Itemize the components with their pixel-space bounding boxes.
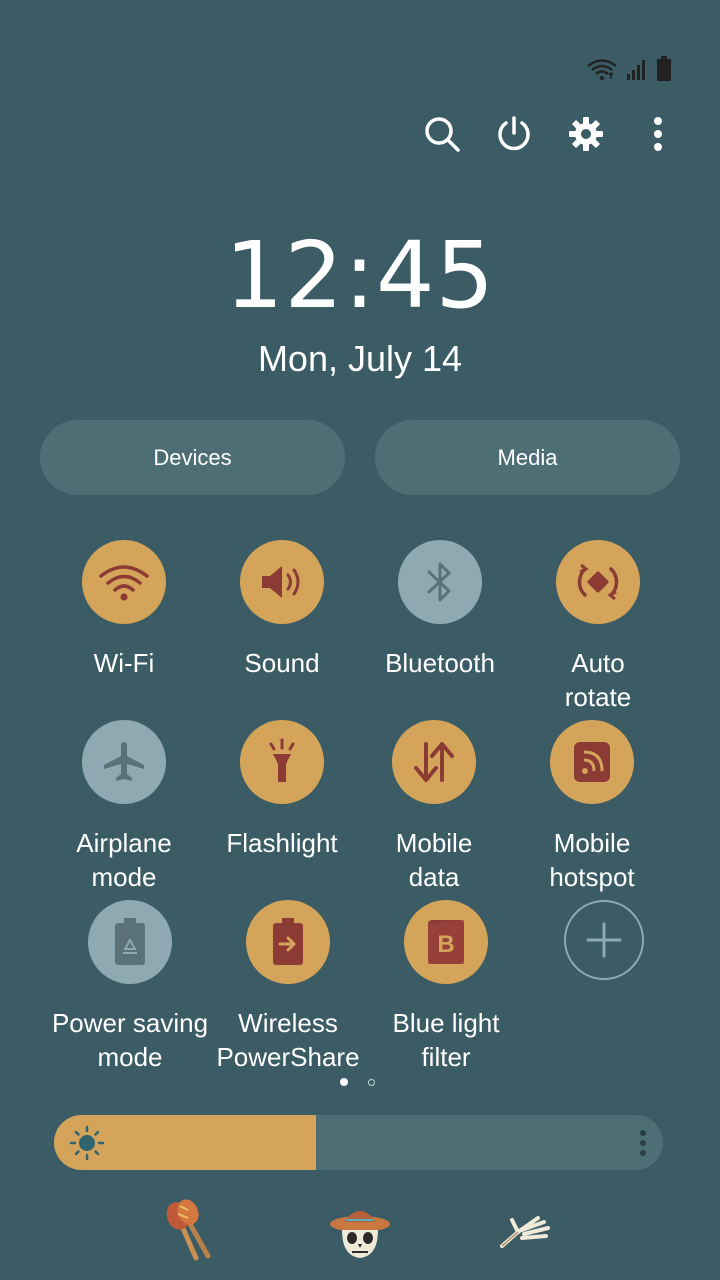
mobile-hotspot-toggle[interactable] [550, 720, 634, 804]
auto-rotate-toggle[interactable] [556, 540, 640, 624]
tile-label: Bluetooth [385, 648, 495, 678]
bluetooth-icon [427, 562, 451, 602]
hotspot-icon [574, 742, 610, 782]
power-saving-toggle[interactable] [88, 900, 172, 984]
tile-sound[interactable]: Sound [197, 540, 367, 680]
page-dot-active[interactable] [340, 1078, 348, 1086]
wifi-icon [99, 565, 149, 601]
tile-label: Sound [244, 648, 320, 678]
volume-icon [262, 566, 300, 598]
wireless-powershare-toggle[interactable] [246, 900, 330, 984]
tile-label: Wi-Fi [93, 648, 155, 678]
brightness-more-icon[interactable] [639, 1129, 647, 1157]
tile-wireless-powershare[interactable]: Wireless PowerShare [203, 900, 373, 1074]
quick-settings-grid: Wi-Fi Sound Bluetooth Auto rotate Airpla… [0, 0, 720, 1280]
sound-toggle[interactable] [240, 540, 324, 624]
skeleton-hand-icon [500, 1216, 550, 1248]
airplane-mode-toggle[interactable] [82, 720, 166, 804]
tile-label: Wireless PowerShare [216, 1008, 360, 1072]
add-icon [586, 922, 622, 958]
tile-label: Mobile hotspot [549, 828, 635, 892]
tile-wifi[interactable]: Wi-Fi [39, 540, 209, 680]
tile-airplane-mode[interactable]: Airplane mode [39, 720, 209, 894]
page-indicator [340, 1078, 375, 1086]
tile-bluetooth[interactable]: Bluetooth [355, 540, 525, 680]
tile-label: Flashlight [226, 828, 338, 858]
tile-label: Power saving mode [51, 1008, 209, 1072]
flashlight-icon [269, 738, 295, 782]
mobile-data-toggle[interactable] [392, 720, 476, 804]
tile-label: Auto rotate [564, 648, 632, 712]
blue-light-filter-icon: B [428, 920, 464, 964]
tile-add[interactable] [519, 900, 689, 980]
maracas-icon [166, 1199, 211, 1261]
tile-auto-rotate[interactable]: Auto rotate [513, 540, 683, 714]
airplane-icon [104, 742, 144, 781]
blue-light-filter-toggle[interactable]: B [404, 900, 488, 984]
tile-label: Mobile data [395, 828, 473, 892]
skull-sombrero-icon [330, 1211, 390, 1258]
page-dot[interactable] [368, 1078, 375, 1086]
flashlight-toggle[interactable] [240, 720, 324, 804]
add-tile-button[interactable] [564, 900, 644, 980]
tile-label: Airplane mode [76, 828, 172, 892]
tile-blue-light-filter[interactable]: B Blue light filter [361, 900, 531, 1074]
brightness-slider[interactable] [54, 1115, 663, 1170]
power-saving-icon [115, 918, 145, 965]
tile-mobile-data[interactable]: Mobile data [349, 720, 519, 894]
tile-flashlight[interactable]: Flashlight [197, 720, 367, 860]
powershare-icon [273, 918, 303, 965]
mobile-data-icon [414, 742, 454, 782]
auto-rotate-icon [577, 563, 619, 601]
tile-label: Blue light filter [392, 1008, 500, 1072]
tile-power-saving-mode[interactable]: Power saving mode [45, 900, 215, 1074]
bluetooth-toggle[interactable] [398, 540, 482, 624]
wifi-toggle[interactable] [82, 540, 166, 624]
tile-mobile-hotspot[interactable]: Mobile hotspot [507, 720, 677, 894]
brightness-icon [69, 1125, 105, 1161]
svg-text:B: B [437, 931, 454, 958]
